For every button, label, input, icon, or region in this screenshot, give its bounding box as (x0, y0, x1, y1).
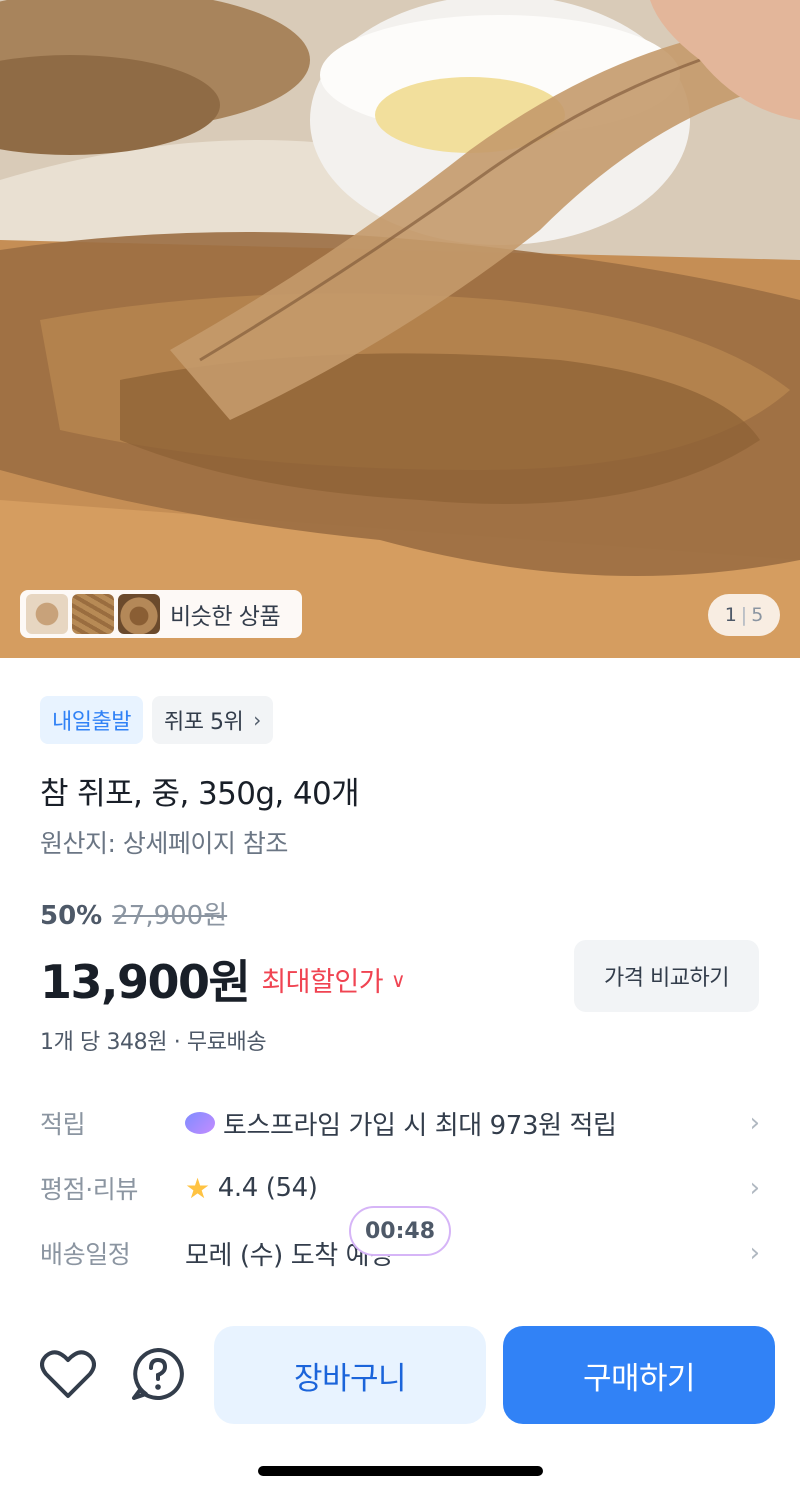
chevron-right-icon: › (749, 1238, 760, 1268)
sale-price: 13,900원 (40, 955, 251, 1009)
points-value-wrap: 토스프라임 가입 시 최대 973원 적립 (185, 1105, 730, 1142)
unit-price-shipping: 1개 당 348원 · 무료배송 (40, 1030, 267, 1055)
similar-products-chip[interactable]: 비슷한 상품 (20, 590, 302, 638)
image-pager: 1 | 5 (708, 594, 780, 636)
compare-price-button[interactable]: 가격 비교하기 (574, 940, 759, 1012)
chevron-right-icon: › (749, 1108, 760, 1138)
star-icon: ★ (185, 1171, 210, 1205)
original-price: 27,900원 (112, 901, 228, 931)
heart-icon[interactable] (40, 1348, 96, 1400)
chevron-right-icon: › (253, 708, 261, 732)
chevron-right-icon: › (749, 1173, 760, 1203)
page-separator: | (740, 604, 748, 626)
price-row: 13,900원 최대할인가 ∨ (40, 946, 406, 1012)
ranking-tag[interactable]: 쥐포 5위 › (151, 696, 273, 744)
points-key: 적립 (40, 1110, 86, 1139)
discount-rate: 50% (40, 901, 103, 931)
product-photo-illustration (0, 0, 800, 658)
discount-row: 50% 27,900원 (40, 895, 227, 932)
question-circle-icon[interactable] (130, 1346, 186, 1402)
similar-products-label: 비슷한 상품 (170, 604, 281, 630)
ranking-tag-label: 쥐포 5위 (163, 710, 244, 735)
product-origin: 원산지: 상세페이지 참조 (40, 829, 288, 858)
page-total: 5 (751, 604, 764, 626)
rating-key: 평점·리뷰 (40, 1175, 138, 1204)
delivery-key: 배송일정 (40, 1240, 131, 1269)
home-indicator (258, 1466, 543, 1476)
product-title: 참 쥐포, 중, 350g, 40개 (40, 776, 360, 812)
points-row[interactable]: 적립 토스프라임 가입 시 최대 973원 적립 › (40, 1098, 760, 1148)
points-value: 토스프라임 가입 시 최대 973원 적립 (223, 1110, 617, 1141)
rating-value: 4.4 (54) (217, 1173, 318, 1203)
shipping-tag: 내일출발 (40, 696, 143, 744)
tag-row: 내일출발 쥐포 5위 › (40, 696, 273, 744)
countdown-timer: 00:48 (349, 1206, 451, 1256)
product-image[interactable]: 비슷한 상품 1 | 5 (0, 0, 800, 658)
similar-thumb-1 (26, 594, 68, 634)
chevron-down-icon: ∨ (391, 968, 406, 992)
rating-value-wrap: ★ 4.4 (54) (185, 1172, 730, 1205)
similar-thumb-2 (72, 594, 114, 634)
shipping-tag-label: 내일출발 (52, 710, 131, 735)
buy-now-button[interactable]: 구매하기 (503, 1326, 775, 1424)
delivery-value: 모레 (수) 도착 예정 (185, 1240, 393, 1271)
max-discount-label: 최대할인가 (261, 966, 384, 998)
page-current: 1 (724, 604, 737, 626)
toss-prime-icon (185, 1112, 215, 1134)
max-discount-toggle[interactable]: 최대할인가 ∨ (261, 960, 405, 999)
similar-thumb-3 (118, 594, 160, 634)
add-to-cart-button[interactable]: 장바구니 (214, 1326, 486, 1424)
